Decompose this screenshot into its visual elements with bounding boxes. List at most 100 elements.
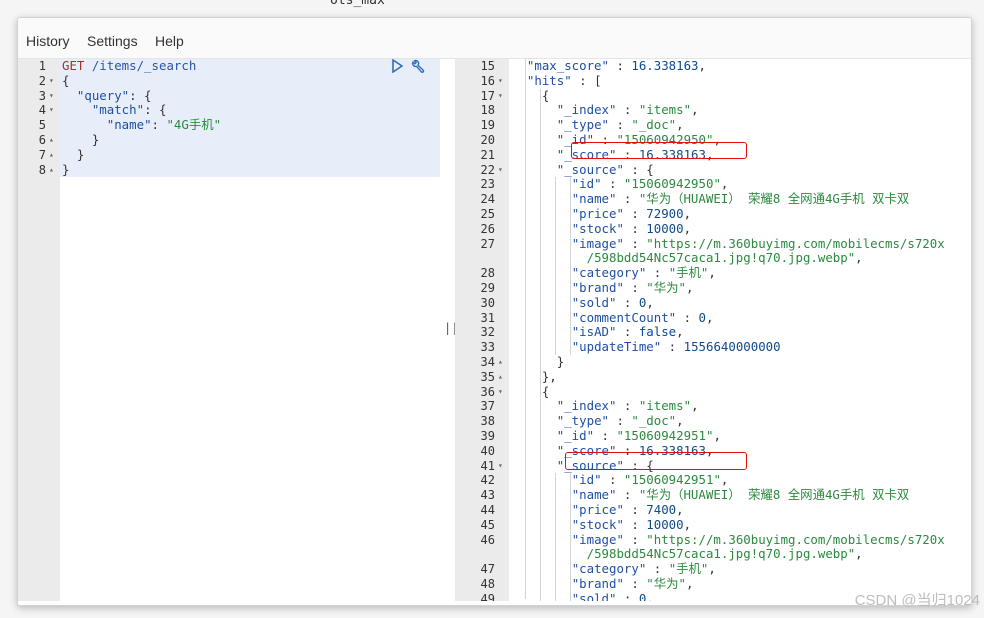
code-token: : [623, 531, 647, 547]
fold-toggle-icon[interactable]: ▾ [49, 89, 54, 104]
response-editor[interactable]: 15 "max_score" : 16.338163, 16 ▾ "hits" : … [455, 59, 971, 601]
fold-toggle-icon[interactable]: ▾ [498, 385, 503, 400]
code-token: } [62, 131, 100, 147]
line-number: 39 [480, 428, 495, 443]
line-number: 37 [480, 399, 495, 414]
code-token: } [512, 353, 565, 369]
menu-settings[interactable]: Settings [87, 33, 138, 49]
code-token: "items" [638, 102, 692, 118]
menu-help[interactable]: Help [155, 33, 184, 49]
response-line: 27 "image" : "https://m.360buyimg.com/mo… [455, 235, 971, 252]
code-token: : [616, 102, 639, 118]
fold-toggle-icon[interactable]: ▴ [498, 370, 503, 385]
response-line: 38 "_type" : "_doc", [455, 413, 971, 429]
code-token: , [708, 265, 716, 281]
code-text: }, [512, 369, 557, 385]
code-token: : [608, 59, 632, 73]
response-line: 42 "id" : "15060942951", [455, 472, 971, 488]
response-line: 19 "_type" : "_doc", [455, 117, 971, 133]
line-number: 5 [38, 118, 46, 133]
code-token: "https://m.360buyimg.com/mobilecms/s720x [646, 235, 945, 251]
code-token: /598bdd54Nc57caca1.jpg!q70.jpg.webp" [586, 250, 856, 266]
code-text: } [62, 147, 84, 163]
fold-toggle-icon[interactable]: ▾ [49, 74, 54, 89]
code-text: "updateTime" : 1556640000000 [512, 339, 781, 355]
code-token: : [601, 176, 624, 192]
code-token: GET [62, 59, 92, 73]
code-text: "name" : "华为（HUAWEI） 荣耀8 全网通4G手机 双卡双 [512, 191, 910, 207]
indent-guide [525, 59, 526, 599]
response-line: 25 "price" : 72900, [455, 205, 971, 222]
response-line: 15 "max_score" : 16.338163, [455, 59, 971, 74]
code-token: , [676, 501, 684, 517]
response-line: 31 "commentCount" : 0, [455, 310, 971, 326]
code-token: : [623, 205, 647, 221]
line-number: 3 [38, 88, 46, 103]
response-line: /598bdd54Nc57caca1.jpg!q70.jpg.webp", [455, 250, 971, 266]
code-token: , [720, 472, 729, 488]
fold-toggle-icon[interactable]: ▾ [498, 74, 503, 89]
code-text: } [512, 353, 565, 370]
code-token: "brand" [571, 575, 624, 591]
code-text: "max_score" : 16.338163, [512, 59, 706, 74]
code-token: "isAD" [571, 324, 617, 340]
code-token: : [151, 117, 167, 133]
fold-toggle-icon[interactable]: ▾ [498, 89, 503, 104]
code-token: "stock" [571, 220, 624, 236]
menu-history[interactable]: History [26, 33, 70, 49]
fold-toggle-icon[interactable]: ▴ [498, 355, 503, 370]
line-number: 25 [480, 206, 495, 221]
background-text-fragment: ots_max [330, 0, 385, 8]
code-token: : [646, 265, 669, 281]
code-text: "price" : 7400, [512, 501, 684, 518]
code-token: "category" [571, 561, 647, 577]
score-highlight-box [571, 142, 747, 159]
code-token: : [608, 413, 632, 429]
fold-toggle-icon[interactable]: ▾ [498, 163, 503, 178]
fold-toggle-icon[interactable]: ▴ [49, 133, 54, 148]
code-token: , [686, 575, 694, 591]
code-token: , [686, 279, 694, 295]
fold-toggle-icon[interactable]: ▾ [49, 103, 54, 118]
code-text: "category" : "手机", [512, 265, 716, 281]
code-token: 7400 [646, 501, 677, 517]
line-number: 18 [480, 103, 495, 118]
response-line: 46 "image" : "https://m.360buyimg.com/mo… [455, 531, 971, 548]
code-token: "华为" [646, 575, 686, 591]
wrench-icon[interactable] [409, 59, 425, 75]
fold-toggle-icon[interactable]: ▴ [49, 148, 54, 163]
request-editor[interactable]: 1 GET /items/_search 2 ▾{3 ▾ "query": {4 ▾ "m… [18, 59, 440, 601]
code-token: , [683, 205, 692, 221]
code-text: } [62, 162, 69, 178]
code-token: : [616, 294, 639, 310]
code-text: } [62, 131, 100, 148]
indent-guide [555, 473, 556, 601]
fold-toggle-icon[interactable]: ▾ [498, 459, 503, 474]
response-line: 26 "stock" : 10000, [455, 220, 971, 237]
code-token: , [713, 427, 721, 443]
fold-toggle-icon[interactable]: ▴ [49, 163, 54, 178]
code-token: "price" [571, 205, 624, 221]
code-token: , [691, 102, 699, 118]
line-number: 38 [480, 414, 495, 429]
run-request-icon[interactable] [391, 58, 404, 75]
line-number: 49 [480, 591, 495, 601]
response-line: 30 "sold" : 0, [455, 294, 971, 311]
code-token: , [683, 220, 692, 236]
code-text: { [62, 73, 69, 89]
line-number: 19 [480, 118, 495, 133]
line-number: 45 [480, 517, 495, 532]
indent-guide [555, 177, 556, 355]
line-number: 34 [480, 354, 495, 369]
